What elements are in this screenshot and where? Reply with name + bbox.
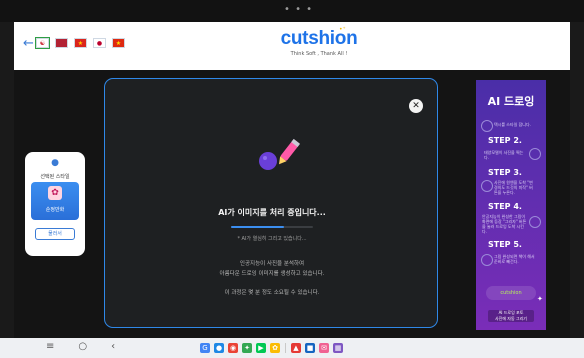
- flag-usa-icon[interactable]: [55, 38, 68, 48]
- ai-drawing-banner[interactable]: AI 드로잉 택시를 스타일 잡니다. STEP 2. 태양모델이 사진을 찍는…: [476, 80, 546, 330]
- step-3-icon: [481, 180, 493, 192]
- step-5-text: 그림 완성되면 책이 해서 준비로 빼건다.: [494, 254, 535, 264]
- step-2-icon: [529, 148, 541, 160]
- drawing-pen-icon: [259, 138, 301, 170]
- description-line-1: 인공지능이 사진을 분석하여: [239, 261, 305, 267]
- duration-note: 이 과정은 몇 분 정도 소요될 수 있습니다.: [224, 290, 320, 296]
- step-5-label: STEP 5.: [488, 240, 522, 249]
- flag-china-icon[interactable]: ★: [112, 38, 125, 48]
- home-icon[interactable]: ○: [78, 341, 87, 352]
- style-name: 순정만화: [45, 207, 65, 213]
- app-4-app-icon[interactable]: ▦: [333, 343, 343, 353]
- change-style-button[interactable]: 물러서: [35, 228, 75, 240]
- close-icon[interactable]: ✕: [409, 99, 423, 113]
- step-3-text: 사진에 원엔을 도착 "변경의도 드것의 미작" 버튼을 누른다.: [494, 180, 533, 195]
- step-4-text: 안공지능이 완성한 그림이 화면에 등장 "그리자" 버튼을 눌러 드로잉 도착…: [482, 214, 527, 234]
- selected-style-title: 선택된 스타일: [40, 174, 70, 180]
- style-tile[interactable]: ✿ 순정만화: [31, 182, 79, 220]
- more-dots: • • •: [284, 4, 314, 15]
- status-text: * AI가 열심히 그리고 있습니다...: [237, 236, 307, 242]
- description-line-2: 아름다운 드로잉 이미지를 생성하고 있습니다.: [219, 271, 325, 277]
- step-4-label: STEP 4.: [488, 202, 522, 211]
- play-store-app-icon[interactable]: ▶: [256, 343, 266, 353]
- step-4-icon: [529, 216, 541, 228]
- processing-title: AI가 이미지를 처리 중입니다...: [218, 208, 326, 217]
- logo-sparkle-icon: •⁺: [339, 26, 346, 33]
- processing-modal: ✕ AI가 이미지를 처리 중입니다... * AI가 열심히 그리고 있습니다…: [104, 78, 438, 328]
- banner-cta: AI 드로잉 포토 사진에 자동 그리기: [488, 310, 534, 322]
- processing-description: 인공지능이 사진을 분석하여 아름다운 드로잉 이미지를 생성하고 있습니다.: [105, 259, 439, 279]
- status-bar: • • •: [0, 0, 584, 22]
- recents-icon[interactable]: ≡: [46, 341, 54, 352]
- step-2-label: STEP 2.: [488, 136, 522, 145]
- progress-fill: [231, 226, 285, 228]
- back-icon[interactable]: ‹: [111, 341, 115, 352]
- app-dock: G ● ◉ ✦ ▶ ✿ ▲ ■ ✉ ▦: [200, 343, 343, 353]
- banner-title: AI 드로잉: [487, 95, 535, 108]
- system-navigation-bar: ≡ ○ ‹ G ● ◉ ✦ ▶ ✿ ▲ ■ ✉ ▦: [0, 338, 584, 358]
- logo-tagline: Think Soft , Thank All !: [290, 51, 348, 57]
- banner-intro: 택시를 스타일 잡니다.: [494, 122, 531, 127]
- google-app-icon[interactable]: G: [200, 343, 210, 353]
- language-flags: ☯ ★ ● ★: [35, 37, 125, 49]
- progress-bar: [231, 226, 313, 228]
- flag-japan-icon[interactable]: ●: [93, 38, 106, 48]
- app-3-app-icon[interactable]: ✉: [319, 343, 329, 353]
- flag-vietnam-icon[interactable]: ★: [74, 38, 87, 48]
- palette-icon: ●: [51, 158, 59, 168]
- dock-separator: [285, 343, 286, 353]
- sparkle-icon: ✦: [537, 295, 543, 303]
- app-2-app-icon[interactable]: ■: [305, 343, 315, 353]
- cutshion-logo: •⁺ cutshion Think Soft , Thank All !: [269, 26, 369, 57]
- step-3-label: STEP 3.: [488, 168, 522, 177]
- change-style-label: 물러서: [48, 231, 62, 237]
- step-5-icon: [481, 254, 493, 266]
- nav-keys: ≡ ○ ‹: [46, 341, 115, 352]
- app-1-app-icon[interactable]: ▲: [291, 343, 301, 353]
- photos-app-icon[interactable]: ✿: [270, 343, 280, 353]
- step-2-text: 태양모델이 사진을 찍는다.: [484, 150, 524, 160]
- assistant-app-icon[interactable]: ✦: [242, 343, 252, 353]
- back-arrow-icon[interactable]: ←: [23, 36, 34, 51]
- banner-brand: cutshion: [486, 286, 536, 300]
- logo-wordmark: cutshion: [280, 28, 358, 49]
- style-illustration-icon: ✿: [48, 186, 62, 200]
- step-1-icon: [481, 120, 493, 132]
- app-header: ← ☯ ★ ● ★ •⁺ cutshion Think Soft , Thank Al…: [14, 22, 570, 70]
- chrome-app-icon[interactable]: ◉: [228, 343, 238, 353]
- flag-korea-icon[interactable]: ☯: [35, 37, 50, 49]
- chat-app-icon[interactable]: ●: [214, 343, 224, 353]
- selected-style-card: ● 선택된 스타일 ✿ 순정만화 물러서: [25, 152, 85, 256]
- banner-cta-line-2: 사진에 자동 그리기: [495, 316, 527, 321]
